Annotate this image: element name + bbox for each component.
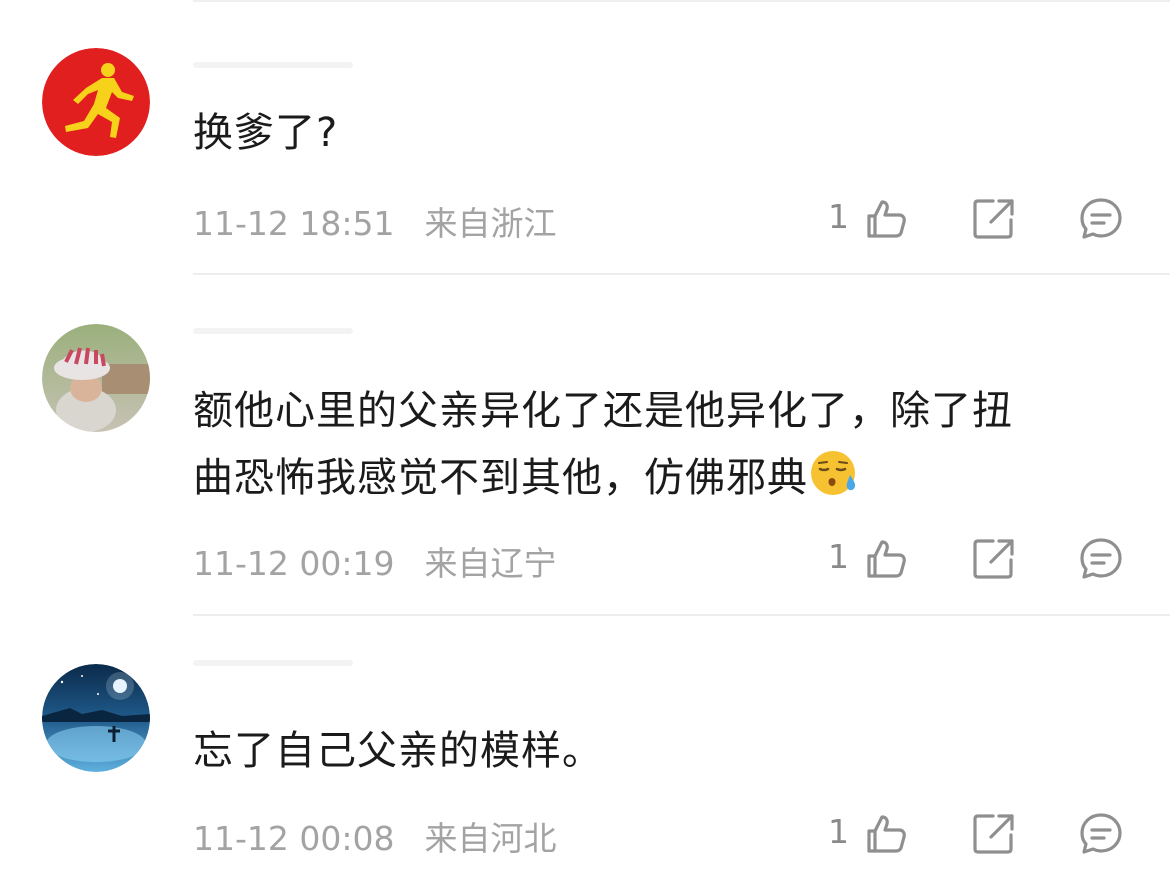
comment-time: 11-12 18:51 <box>193 204 395 243</box>
like-count: 1 <box>828 537 849 576</box>
comment-text: 换爹了? <box>193 110 339 156</box>
thumbs-up-icon[interactable] <box>863 811 909 857</box>
comment-location: 来自辽宁 <box>424 544 557 583</box>
share-icon[interactable] <box>971 811 1017 857</box>
like-count: 1 <box>828 197 849 236</box>
comment-divider <box>193 614 1170 616</box>
comment-meta: 11-12 00:08 来自河北 <box>193 812 556 860</box>
username-placeholder <box>193 62 353 68</box>
thumbs-up-icon[interactable] <box>863 196 909 242</box>
comment-icon[interactable] <box>1078 811 1124 857</box>
comment-text-line: 额他心里的父亲异化了还是他异化了，除了扭 <box>193 388 1013 434</box>
comment-time: 11-12 00:08 <box>193 819 395 858</box>
comment-text-line: 曲恐怖我感觉不到其他，仿佛邪典 <box>193 455 808 501</box>
comment-icon[interactable] <box>1078 196 1124 242</box>
comment-text: 额他心里的父亲异化了还是他异化了，除了扭 曲恐怖我感觉不到其他，仿佛邪典 <box>193 378 1123 512</box>
user-avatar-night-sea[interactable] <box>42 664 150 772</box>
user-avatar-runner[interactable] <box>42 48 150 156</box>
top-divider <box>193 0 1170 2</box>
comment-text-line-wrap: 曲恐怖我感觉不到其他，仿佛邪典 <box>193 445 1123 512</box>
username-placeholder <box>193 328 353 334</box>
comment-icon[interactable] <box>1078 536 1124 582</box>
comment-time: 11-12 00:19 <box>193 544 395 583</box>
sad-sweat-emoji-icon <box>808 447 860 499</box>
like-count: 1 <box>828 812 849 851</box>
share-icon[interactable] <box>971 536 1017 582</box>
thumbs-up-icon[interactable] <box>863 536 909 582</box>
share-icon[interactable] <box>971 196 1017 242</box>
comment-text: 忘了自己父亲的模样。 <box>193 728 603 774</box>
comment-location: 来自浙江 <box>424 204 557 243</box>
comment-location: 来自河北 <box>424 819 557 858</box>
username-placeholder <box>193 660 353 666</box>
comment-meta: 11-12 18:51 来自浙江 <box>193 197 556 245</box>
comment-meta: 11-12 00:19 来自辽宁 <box>193 537 556 585</box>
user-avatar-hat[interactable] <box>42 324 150 432</box>
comment-divider <box>193 273 1170 275</box>
